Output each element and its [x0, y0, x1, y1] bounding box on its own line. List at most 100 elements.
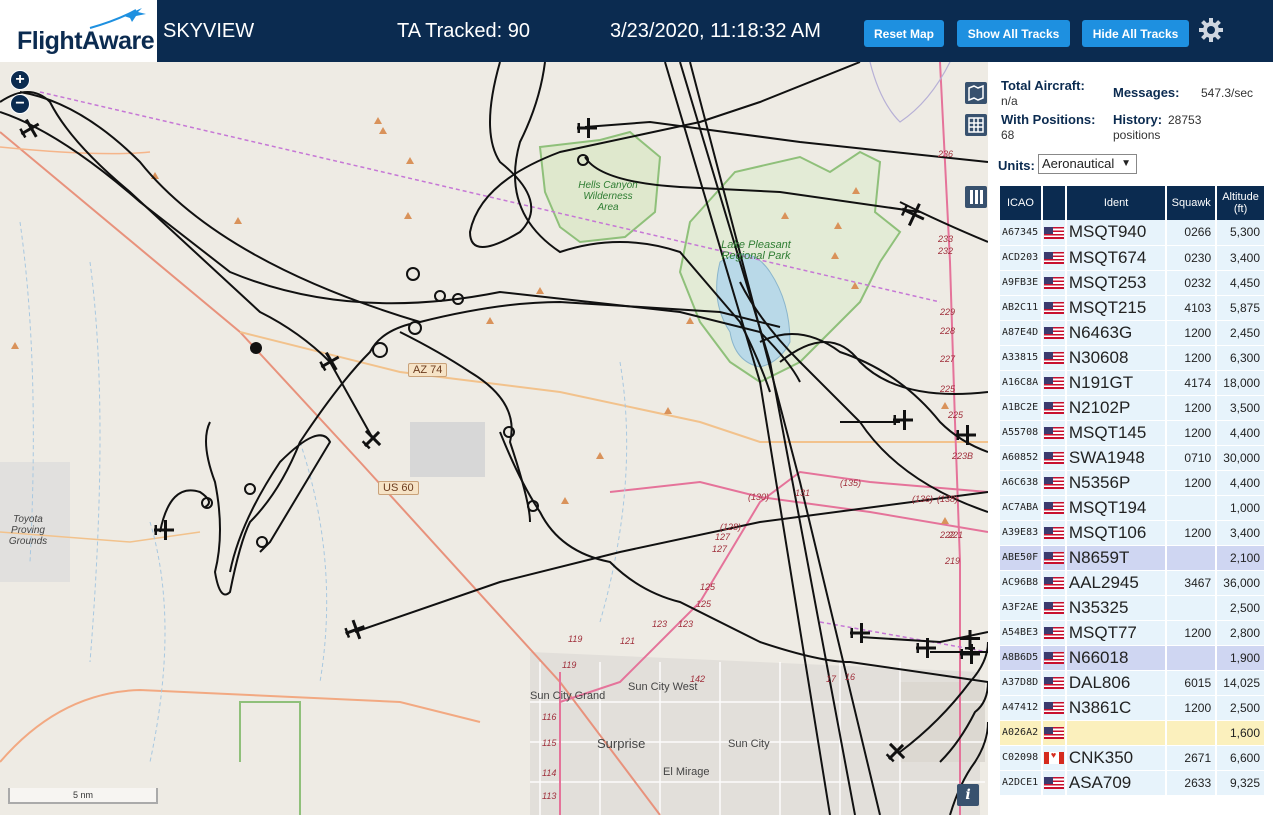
- show-all-tracks-button[interactable]: Show All Tracks: [957, 20, 1070, 47]
- squawk-cell: 1200: [1166, 695, 1218, 721]
- icao-cell: C02098: [1000, 745, 1043, 771]
- altitude-cell: 2,450: [1216, 320, 1266, 346]
- units-select[interactable]: Aeronautical ▼: [1038, 154, 1137, 174]
- squawk-cell: 1200: [1166, 395, 1218, 421]
- flag-cell: [1041, 595, 1067, 621]
- squawk-cell: 0266: [1166, 220, 1218, 246]
- icao-cell: A39E83: [1000, 520, 1043, 546]
- us-flag-icon: [1043, 502, 1064, 515]
- svg-text:123: 123: [678, 619, 693, 629]
- svg-text:233: 233: [937, 234, 953, 244]
- reset-map-button[interactable]: Reset Map: [864, 20, 944, 47]
- zoom-out-button[interactable]: −: [10, 94, 30, 114]
- altitude-cell: 2,500: [1216, 695, 1266, 721]
- table-row[interactable]: A33815 N30608 1200 6,300: [1000, 345, 1266, 371]
- col-squawk[interactable]: Squawk: [1166, 186, 1218, 220]
- squawk-cell: [1166, 720, 1218, 746]
- icao-cell: A67345: [1000, 220, 1043, 246]
- table-row[interactable]: AB2C11 MSQT215 4103 5,875: [1000, 295, 1266, 321]
- flag-cell: [1041, 370, 1067, 396]
- icao-cell: A60852: [1000, 445, 1043, 471]
- col-flag[interactable]: [1041, 186, 1067, 220]
- table-row[interactable]: A3F2AE N35325 2,500: [1000, 595, 1266, 621]
- table-row[interactable]: A1BC2E N2102P 1200 3,500: [1000, 395, 1266, 421]
- table-row[interactable]: A6C638 N5356P 1200 4,400: [1000, 470, 1266, 496]
- table-row[interactable]: AC7ABA MSQT194 1,000: [1000, 495, 1266, 521]
- us-flag-icon: [1043, 377, 1064, 390]
- svg-text:(136): (136): [912, 494, 933, 504]
- lake-pleasant-label: Lake Pleasant Regional Park: [721, 239, 791, 262]
- table-row[interactable]: ACD203 MSQT674 0230 3,400: [1000, 245, 1266, 271]
- ident-cell: N2102P: [1065, 395, 1168, 421]
- hide-all-tracks-button[interactable]: Hide All Tracks: [1082, 20, 1189, 47]
- altitude-cell: 4,400: [1216, 470, 1266, 496]
- az74-shield: AZ 74: [408, 363, 448, 377]
- table-row[interactable]: A37D8D DAL806 6015 14,025: [1000, 670, 1266, 696]
- icao-cell: A37D8D: [1000, 670, 1043, 696]
- table-row[interactable]: AC96B8 AAL2945 3467 36,000: [1000, 570, 1266, 596]
- map-canvas: 236233232 229228227 225225223B 221222219…: [0, 62, 988, 815]
- icao-cell: A9FB3E: [1000, 270, 1043, 296]
- table-row[interactable]: A2DCE1 ASA709 2633 9,325: [1000, 770, 1266, 796]
- squawk-cell: 6015: [1166, 670, 1218, 696]
- columns-button[interactable]: [965, 186, 987, 208]
- map-layers-button[interactable]: [965, 82, 987, 104]
- table-row[interactable]: A60852 SWA1948 0710 30,000: [1000, 445, 1266, 471]
- flag-cell: [1041, 570, 1067, 596]
- svg-text:223B: 223B: [951, 451, 973, 461]
- map-view[interactable]: 236 233 232 229 228 227 225 225 223B 221 222 219…: [0, 62, 988, 815]
- altitude-cell: 30,000: [1216, 445, 1266, 471]
- chevron-down-icon: ▼: [1121, 158, 1131, 169]
- logo[interactable]: FlightAware: [0, 0, 157, 62]
- altitude-cell: 2,800: [1216, 620, 1266, 646]
- altitude-cell: 14,025: [1216, 670, 1266, 696]
- us-flag-icon: [1043, 777, 1064, 790]
- table-row[interactable]: A54BE3 MSQT77 1200 2,800: [1000, 620, 1266, 646]
- altitude-cell: 18,000: [1216, 370, 1266, 396]
- icao-cell: AC7ABA: [1000, 495, 1043, 521]
- table-row[interactable]: A16C8A N191GT 4174 18,000: [1000, 370, 1266, 396]
- us-flag-icon: [1043, 402, 1064, 415]
- svg-text:125: 125: [700, 582, 716, 592]
- units-label: Units:: [998, 158, 1035, 173]
- icao-cell: A33815: [1000, 345, 1043, 371]
- table-row[interactable]: A67345 MSQT940 0266 5,300: [1000, 220, 1266, 246]
- sun-city-grand-label: Sun City Grand: [530, 690, 606, 702]
- icao-cell: AB2C11: [1000, 295, 1043, 321]
- altitude-cell: 9,325: [1216, 770, 1266, 796]
- ident-cell: MSQT253: [1065, 270, 1168, 296]
- flag-cell: [1041, 695, 1067, 721]
- aircraft-table-body: A67345 MSQT940 0266 5,300 ACD203 MSQT674 0230 3…: [1000, 220, 1266, 796]
- table-row[interactable]: A87E4D N6463G 1200 2,450: [1000, 320, 1266, 346]
- us60-shield: US 60: [378, 481, 419, 495]
- zoom-in-button[interactable]: +: [10, 70, 30, 90]
- col-ident[interactable]: Ident: [1065, 186, 1168, 220]
- squawk-cell: [1166, 595, 1218, 621]
- svg-text:227: 227: [939, 354, 956, 364]
- with-positions-value: 68: [1001, 128, 1015, 142]
- table-row[interactable]: A8B6D5 N66018 1,900: [1000, 645, 1266, 671]
- table-row[interactable]: C02098 CNK35026716,600: [1000, 745, 1266, 771]
- ident-cell: MSQT194: [1065, 495, 1168, 521]
- grid-button[interactable]: [965, 114, 987, 136]
- table-row[interactable]: A39E83 MSQT106 1200 3,400: [1000, 520, 1266, 546]
- icao-cell: A3F2AE: [1000, 595, 1043, 621]
- columns-icon: [970, 190, 983, 204]
- info-button[interactable]: i: [957, 784, 979, 806]
- squawk-cell: 4174: [1166, 370, 1218, 396]
- altitude-cell: 3,400: [1216, 245, 1266, 271]
- col-icao[interactable]: ICAO: [1000, 186, 1043, 220]
- table-row[interactable]: A47412 N3861C 1200 2,500: [1000, 695, 1266, 721]
- icao-cell: A1BC2E: [1000, 395, 1043, 421]
- altitude-cell: 6,300: [1216, 345, 1266, 371]
- table-row[interactable]: A026A2 1,600: [1000, 720, 1266, 746]
- gear-icon[interactable]: [1198, 17, 1224, 43]
- svg-text:(130): (130): [748, 492, 769, 502]
- app-name: SKYVIEW: [163, 20, 255, 42]
- ident-cell: CNK350: [1065, 745, 1168, 771]
- table-row[interactable]: A9FB3E MSQT253 0232 4,450: [1000, 270, 1266, 296]
- col-altitude[interactable]: Altitude (ft): [1216, 186, 1266, 220]
- table-row[interactable]: A55708 MSQT145 1200 4,400: [1000, 420, 1266, 446]
- datetime: 3/23/2020, 11:18:32 AM: [610, 20, 821, 42]
- table-row[interactable]: ABE50F N8659T 2,100: [1000, 545, 1266, 571]
